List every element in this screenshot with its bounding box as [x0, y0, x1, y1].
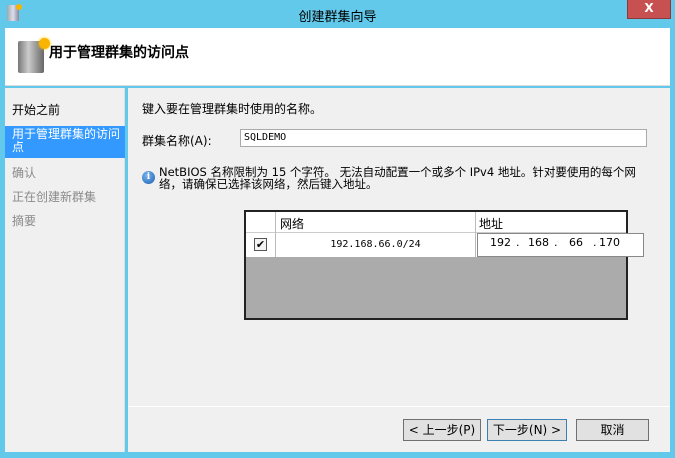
- footer-divider: [128, 406, 670, 407]
- step-creating-cluster: 正在创建新群集: [12, 190, 97, 204]
- step-confirmation: 确认: [12, 166, 37, 180]
- page-header: 用于管理群集的访问点: [5, 28, 670, 86]
- column-header-address: 地址: [479, 217, 504, 231]
- network-table: 网络 地址 ✔ 192.168.66.0/24 192 . 168 . 66 .…: [244, 210, 644, 320]
- info-icon: i: [142, 171, 155, 184]
- step-access-point[interactable]: 用于管理群集的访问点: [5, 126, 125, 158]
- close-button[interactable]: X: [627, 0, 671, 19]
- ip-octet-2[interactable]: 168: [528, 236, 549, 250]
- info-text: NetBIOS 名称限制为 15 个字符。 无法自动配置一个或多个 IPv4 地…: [159, 165, 636, 191]
- window-title: 创建群集向导: [298, 10, 377, 25]
- ip-octet-3[interactable]: 66: [569, 236, 583, 250]
- cluster-name-input[interactable]: SQLDEMO: [240, 129, 647, 147]
- instruction-text: 键入要在管理群集时使用的名称。: [142, 102, 323, 116]
- step-before-you-begin[interactable]: 开始之前: [5, 104, 125, 117]
- table-header: 网络 地址: [246, 212, 626, 233]
- ip-octet-4[interactable]: 170: [599, 236, 620, 250]
- cancel-button[interactable]: 取消: [576, 419, 649, 441]
- cluster-server-icon: [18, 38, 50, 73]
- ip-address-input[interactable]: 192 . 168 . 66 . 170: [477, 233, 644, 257]
- wizard-steps: 开始之前 用于管理群集的访问点 确认 正在创建新群集 摘要: [5, 88, 125, 452]
- title-bar: 创建群集向导 X: [0, 0, 675, 28]
- network-cell: 192.168.66.0/24: [276, 233, 476, 257]
- network-checkbox[interactable]: ✔: [254, 238, 267, 251]
- step-summary: 摘要: [12, 214, 37, 228]
- page-title: 用于管理群集的访问点: [49, 45, 189, 61]
- ip-octet-1[interactable]: 192: [490, 236, 511, 250]
- table-row: ✔ 192.168.66.0/24 192 . 168 . 66 . 170: [246, 233, 644, 257]
- cluster-name-label: 群集名称(A):: [142, 134, 212, 148]
- back-button[interactable]: < 上一步(P): [403, 419, 481, 441]
- wizard-content: 键入要在管理群集时使用的名称。 群集名称(A): SQLDEMO i NetBI…: [128, 88, 670, 452]
- next-button[interactable]: 下一步(N) >: [487, 419, 567, 441]
